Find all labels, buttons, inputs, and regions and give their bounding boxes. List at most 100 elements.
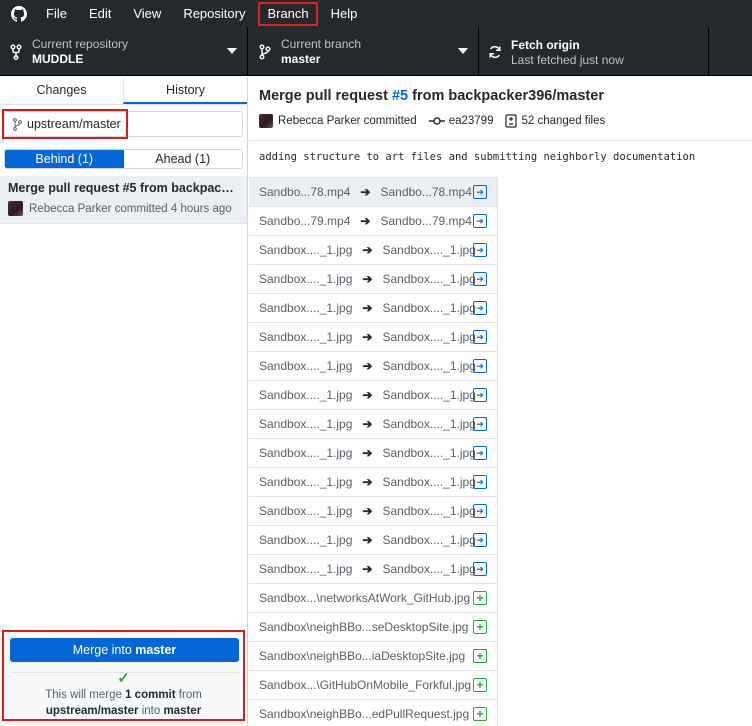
- merge-into-button[interactable]: Merge into master: [10, 638, 239, 662]
- renamed-icon: ➔: [473, 214, 487, 228]
- tab-history[interactable]: History: [123, 77, 247, 104]
- file-list-item[interactable]: Sandbox...._1.jpg ➔ Sandbox...._1.jpg ➔: [249, 265, 497, 294]
- menu-bar: File Edit View Repository Branch Help: [0, 0, 752, 27]
- file-old-path: Sandbox...._1.jpg: [259, 243, 353, 257]
- arrow-right-icon: ➔: [362, 475, 373, 489]
- added-icon: +: [473, 591, 487, 605]
- menu-repository[interactable]: Repository: [175, 3, 253, 25]
- file-new-path: Sandbox...._1.jpg: [382, 388, 476, 402]
- file-new-path: Sandbox...._1.jpg: [382, 417, 476, 431]
- file-new-path: Sandbox...._1.jpg: [382, 533, 476, 547]
- arrow-right-icon: ➔: [362, 533, 373, 547]
- file-list-item[interactable]: Sandbox\neighBBo...edPullRequest.jpg +: [249, 700, 497, 726]
- avatar: [8, 201, 23, 216]
- file-list-item[interactable]: Sandbox...._1.jpg ➔ Sandbox...._1.jpg ➔: [249, 555, 497, 584]
- file-list-item[interactable]: Sandbox...._1.jpg ➔ Sandbox...._1.jpg ➔: [249, 526, 497, 555]
- file-old-path: Sandbox...._1.jpg: [259, 504, 353, 518]
- file-old-path: Sandbox...._1.jpg: [259, 359, 353, 373]
- file-list-item[interactable]: Sandbox...._1.jpg ➔ Sandbox...._1.jpg ➔: [249, 236, 497, 265]
- file-new-path: Sandbo...78.mp4: [380, 185, 472, 199]
- repo-icon: [8, 44, 24, 60]
- file-new-path: Sandbox...._1.jpg: [382, 446, 476, 460]
- file-list-item[interactable]: Sandbox...._1.jpg ➔ Sandbox...._1.jpg ➔: [249, 468, 497, 497]
- menu-help[interactable]: Help: [323, 3, 366, 25]
- file-list-item[interactable]: Sandbox...._1.jpg ➔ Sandbox...._1.jpg ➔: [249, 323, 497, 352]
- file-new-path: Sandbox...._1.jpg: [382, 562, 476, 576]
- current-repository-button[interactable]: Current repository MUDDLE: [0, 27, 248, 76]
- arrow-right-icon: ➔: [362, 446, 373, 460]
- ahead-button[interactable]: Ahead (1): [124, 150, 243, 168]
- added-icon: +: [473, 620, 487, 634]
- menu-view[interactable]: View: [125, 3, 169, 25]
- file-path: Sandbox\neighBBo...edPullRequest.jpg: [259, 707, 470, 721]
- github-desktop-window: File Edit View Repository Branch Help Cu…: [0, 0, 752, 726]
- highlight-box: [2, 109, 128, 139]
- commit-author: Rebecca Parker committed: [278, 115, 417, 127]
- file-old-path: Sandbox...._1.jpg: [259, 446, 353, 460]
- commit-list-item[interactable]: Merge pull request #5 from backpacker396…: [0, 176, 247, 224]
- file-path: Sandbox...\networksAtWork_GitHub.jpg: [259, 591, 471, 605]
- file-list-item[interactable]: Sandbox...\networksAtWork_GitHub.jpg +: [249, 584, 497, 613]
- file-old-path: Sandbo...79.mp4: [259, 214, 351, 228]
- file-list-item[interactable]: Sandbox...._1.jpg ➔ Sandbox...._1.jpg ➔: [249, 352, 497, 381]
- renamed-icon: ➔: [473, 272, 487, 286]
- sidebar: Changes History upstream/master Behind (…: [0, 77, 248, 726]
- file-path: Sandbox\neighBBo...iaDesktopSite.jpg: [259, 649, 466, 663]
- renamed-icon: ➔: [473, 330, 487, 344]
- file-list-item[interactable]: Sandbox\neighBBo...iaDesktopSite.jpg +: [249, 642, 497, 671]
- arrow-right-icon: ➔: [362, 359, 373, 373]
- file-list-item[interactable]: Sandbox...._1.jpg ➔ Sandbox...._1.jpg ➔: [249, 410, 497, 439]
- arrow-right-icon: ➔: [362, 388, 373, 402]
- file-new-path: Sandbox...._1.jpg: [382, 504, 476, 518]
- file-path: Sandbox\neighBBo...seDesktopSite.jpg: [259, 620, 469, 634]
- merge-msg-part: from: [175, 689, 202, 701]
- chevron-down-icon: [227, 48, 237, 54]
- added-icon: +: [473, 707, 487, 721]
- arrow-right-icon: ➔: [360, 214, 371, 228]
- renamed-icon: ➔: [473, 475, 487, 489]
- arrow-right-icon: ➔: [360, 185, 371, 199]
- file-old-path: Sandbox...._1.jpg: [259, 533, 353, 547]
- file-old-path: Sandbox...._1.jpg: [259, 475, 353, 489]
- added-icon: +: [473, 678, 487, 692]
- file-list-item[interactable]: Sandbox...\GitHubOnMobile_Forkful.jpg +: [249, 671, 497, 700]
- arrow-right-icon: ➔: [362, 417, 373, 431]
- file-list-item[interactable]: Sandbox...._1.jpg ➔ Sandbox...._1.jpg ➔: [249, 497, 497, 526]
- commit-sha[interactable]: ea23799: [449, 115, 494, 127]
- commit-title-text: Merge pull request: [259, 88, 392, 104]
- file-list-item[interactable]: Sandbo...79.mp4 ➔ Sandbo...79.mp4 ➔: [249, 207, 497, 236]
- file-new-path: Sandbox...._1.jpg: [382, 243, 476, 257]
- arrow-right-icon: ➔: [362, 330, 373, 344]
- fetch-origin-button[interactable]: Fetch origin Last fetched just now: [479, 27, 709, 76]
- added-icon: +: [473, 649, 487, 663]
- file-list-item[interactable]: Sandbox...._1.jpg ➔ Sandbox...._1.jpg ➔: [249, 439, 497, 468]
- sync-icon: [487, 44, 503, 60]
- file-list-item[interactable]: Sandbox...._1.jpg ➔ Sandbox...._1.jpg ➔: [249, 294, 497, 323]
- current-branch-button[interactable]: Current branch master: [248, 27, 479, 76]
- menu-file[interactable]: File: [38, 3, 75, 25]
- commit-icon: [428, 116, 445, 126]
- tab-changes[interactable]: Changes: [0, 77, 123, 104]
- behind-button[interactable]: Behind (1): [5, 150, 124, 168]
- merge-panel: Merge into master ✓ This will merge 1 co…: [2, 630, 245, 721]
- renamed-icon: ➔: [473, 388, 487, 402]
- file-old-path: Sandbox...._1.jpg: [259, 562, 353, 576]
- file-list-item[interactable]: Sandbo...78.mp4 ➔ Sandbo...78.mp4 ➔: [249, 178, 497, 207]
- file-new-path: Sandbox...._1.jpg: [382, 301, 476, 315]
- commit-summary: Merge pull request #5 from backpacker396…: [8, 181, 239, 195]
- file-new-path: Sandbox...._1.jpg: [382, 359, 476, 373]
- menu-branch[interactable]: Branch: [258, 1, 318, 26]
- pull-request-link[interactable]: #5: [392, 88, 408, 104]
- file-old-path: Sandbox...._1.jpg: [259, 301, 353, 315]
- file-list-item[interactable]: Sandbox\neighBBo...seDesktopSite.jpg +: [249, 613, 497, 642]
- diff-icon: [505, 114, 518, 128]
- merge-summary: This will merge 1 commit from upstream/m…: [4, 687, 243, 719]
- commit-description: adding structure to art files and submit…: [259, 151, 696, 163]
- fetch-status: Last fetched just now: [511, 52, 624, 67]
- merge-button-label: Merge into: [72, 643, 136, 657]
- fetch-label: Fetch origin: [511, 37, 580, 52]
- menu-edit[interactable]: Edit: [81, 3, 119, 25]
- commit-title: Merge pull request #5 from backpacker396…: [259, 87, 742, 105]
- renamed-icon: ➔: [473, 417, 487, 431]
- file-list-item[interactable]: Sandbox...._1.jpg ➔ Sandbox...._1.jpg ➔: [249, 381, 497, 410]
